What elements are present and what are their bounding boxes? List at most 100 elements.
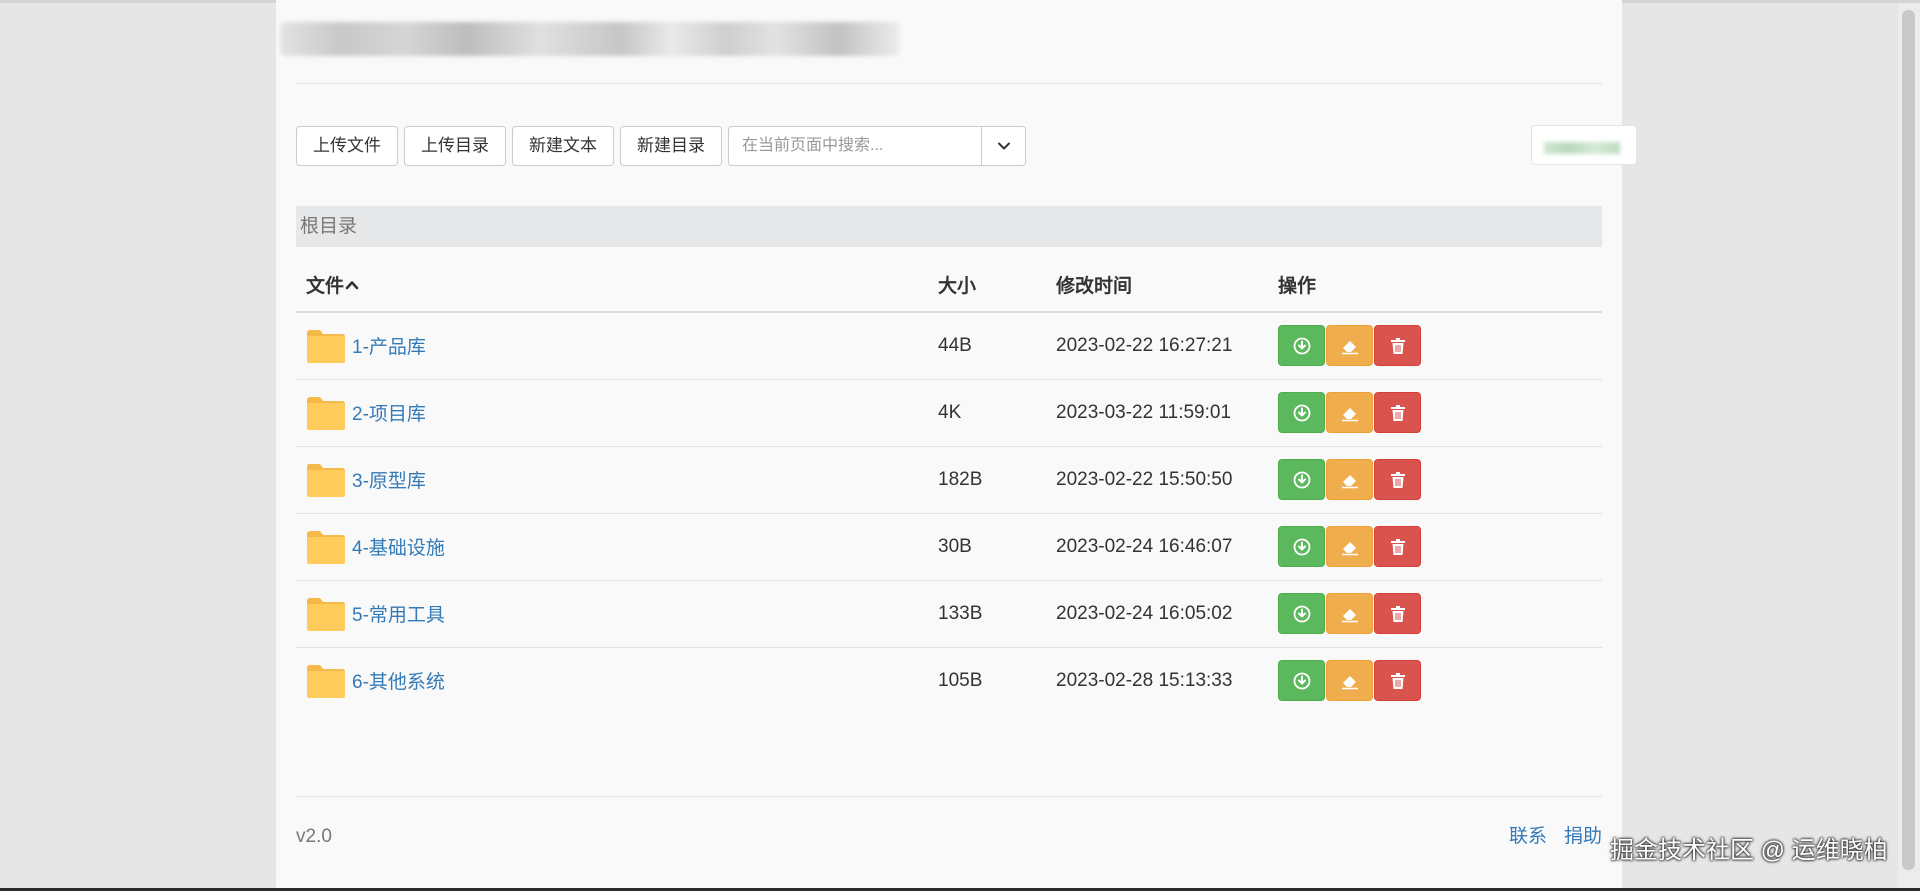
download-button[interactable] (1278, 392, 1325, 433)
file-modified: 2023-02-28 15:13:33 (1056, 669, 1233, 691)
delete-button[interactable] (1374, 526, 1421, 567)
file-table: 文件 大小 修改时间 操作 1-产品库 44B 2023-02-22 16:27:2… (296, 257, 1602, 714)
page-container: 上传文件 上传目录 新建文本 新建目录 根目录 文件 大小 修改时间 (276, 0, 1637, 888)
file-name-cell: 2-项目库 (296, 379, 928, 447)
header-file-label: 文件 (306, 275, 345, 297)
trash-icon (1390, 337, 1405, 354)
download-icon (1293, 337, 1310, 355)
breadcrumb-root[interactable]: 根目录 (300, 216, 357, 237)
download-icon (1293, 471, 1310, 488)
folder-icon (307, 530, 345, 564)
header-size[interactable]: 大小 (928, 257, 1046, 313)
actions-cell (1268, 379, 1602, 447)
folder-icon (307, 463, 345, 497)
header-modified[interactable]: 修改时间 (1046, 257, 1268, 313)
folder-icon (307, 664, 345, 698)
folder-link[interactable]: 6-其他系统 (352, 667, 445, 694)
file-size: 182B (928, 446, 1046, 514)
download-button[interactable] (1278, 593, 1325, 634)
trash-icon (1390, 672, 1405, 689)
delete-button[interactable] (1374, 593, 1421, 634)
new-directory-button[interactable]: 新建目录 (620, 126, 722, 166)
download-button[interactable] (1278, 459, 1325, 500)
table-header-row: 文件 大小 修改时间 操作 (296, 257, 1602, 313)
download-icon (1293, 605, 1310, 622)
table-row: 4-基础设施 30B 2023-02-24 16:46:07 (296, 513, 1602, 581)
blurred-content (1544, 142, 1620, 154)
page-title-blurred (280, 22, 900, 56)
delete-button[interactable] (1374, 392, 1421, 433)
breadcrumb: 根目录 (296, 206, 1602, 247)
file-size: 44B (928, 312, 1046, 380)
rename-button[interactable] (1326, 660, 1373, 702)
delete-button[interactable] (1374, 660, 1421, 702)
actions-cell (1268, 580, 1602, 648)
watermark: 掘金技术社区 @ 运维晓柏 (1610, 837, 1888, 864)
delete-button[interactable] (1374, 459, 1421, 500)
rename-button[interactable] (1326, 459, 1373, 500)
delete-button[interactable] (1374, 325, 1421, 367)
folder-icon (307, 597, 345, 631)
donate-link[interactable]: 捐助 (1564, 826, 1602, 848)
folder-icon (307, 396, 345, 430)
version-label: v2.0 (296, 826, 332, 847)
header-actions: 操作 (1268, 257, 1602, 313)
eraser-icon (1341, 407, 1358, 421)
rename-button[interactable] (1326, 593, 1373, 634)
trash-icon (1390, 605, 1405, 622)
eraser-icon (1341, 608, 1358, 622)
eraser-icon (1341, 675, 1358, 689)
file-modified: 2023-02-24 16:05:02 (1046, 580, 1268, 648)
rename-button[interactable] (1326, 392, 1373, 433)
folder-link[interactable]: 1-产品库 (352, 332, 426, 359)
file-name-cell: 4-基础设施 (296, 513, 928, 581)
eraser-icon (1341, 541, 1358, 555)
user-widget-blurred[interactable] (1531, 125, 1637, 165)
actions-cell (1268, 513, 1602, 581)
rename-button[interactable] (1326, 526, 1373, 567)
folder-link[interactable]: 2-项目库 (352, 399, 426, 426)
header-file[interactable]: 文件 (296, 257, 928, 313)
download-button[interactable] (1278, 325, 1325, 367)
upload-directory-button[interactable]: 上传目录 (404, 126, 506, 166)
file-modified: 2023-03-22 11:59:01 (1046, 379, 1268, 447)
file-size: 4K (928, 379, 1046, 447)
trash-icon (1390, 538, 1405, 555)
folder-link[interactable]: 3-原型库 (352, 466, 426, 493)
search-dropdown-button[interactable] (981, 126, 1026, 166)
file-size: 30B (928, 513, 1046, 581)
rename-button[interactable] (1326, 325, 1373, 367)
scrollbar-thumb[interactable] (1902, 10, 1915, 870)
actions-cell (1268, 446, 1602, 514)
table-row: 3-原型库 182B 2023-02-22 15:50:50 (296, 446, 1602, 514)
download-button[interactable] (1278, 660, 1325, 702)
download-icon (1293, 672, 1310, 690)
table-row: 6-其他系统 105B 2023-02-28 15:13:33 (296, 647, 1602, 714)
eraser-icon (1341, 340, 1358, 354)
download-button[interactable] (1278, 526, 1325, 567)
header-divider (296, 83, 1602, 84)
eraser-icon (1341, 474, 1358, 488)
upload-file-button[interactable]: 上传文件 (296, 126, 398, 166)
toolbar: 上传文件 上传目录 新建文本 新建目录 (296, 126, 1026, 166)
folder-icon (307, 329, 345, 363)
footer-links: 联系 捐助 (1509, 826, 1602, 848)
chevron-down-icon (997, 142, 1010, 150)
download-icon (1293, 404, 1310, 421)
trash-icon (1390, 471, 1405, 488)
download-icon (1293, 538, 1310, 555)
table-row: 1-产品库 44B 2023-02-22 16:27:21 (296, 312, 1602, 380)
file-size: 133B (928, 580, 1046, 648)
chevron-up-icon (345, 280, 359, 289)
folder-link[interactable]: 5-常用工具 (352, 600, 445, 627)
file-modified: 2023-02-22 15:50:50 (1046, 446, 1268, 514)
file-name-cell: 6-其他系统 (296, 647, 928, 714)
contact-link[interactable]: 联系 (1509, 826, 1547, 848)
actions-cell (1268, 312, 1602, 380)
file-name-cell: 5-常用工具 (296, 580, 928, 648)
table-row: 5-常用工具 133B 2023-02-24 16:05:02 (296, 580, 1602, 648)
search-input[interactable] (728, 126, 981, 166)
new-text-button[interactable]: 新建文本 (512, 126, 614, 166)
footer-divider (296, 796, 1602, 797)
folder-link[interactable]: 4-基础设施 (352, 533, 445, 560)
